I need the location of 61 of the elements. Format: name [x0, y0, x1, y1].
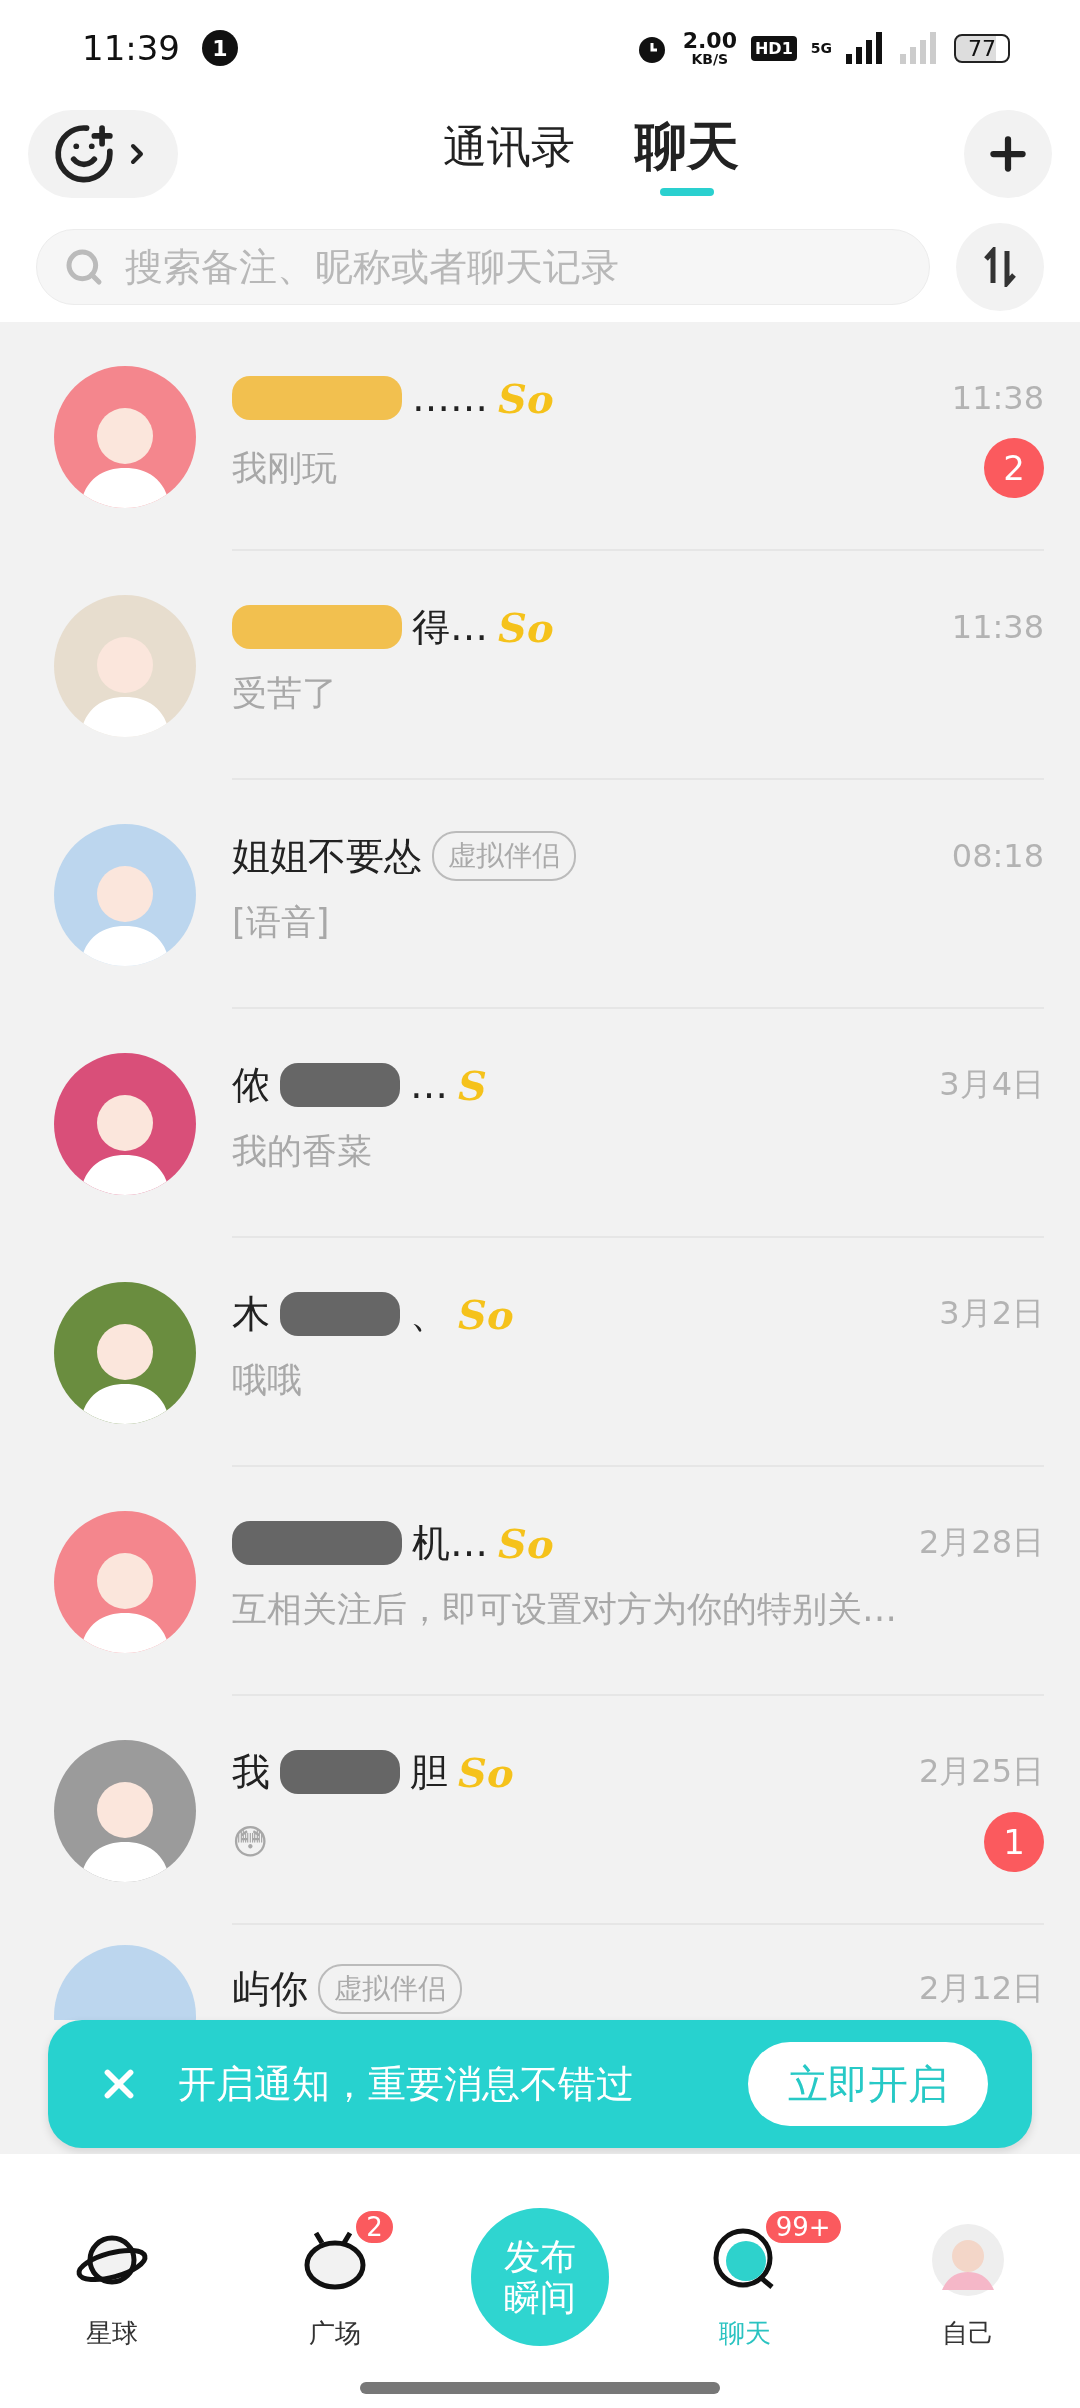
speed-unit: KB/S — [691, 52, 729, 66]
tag-label: 虚拟伴侣 — [318, 1964, 462, 2014]
header-tab[interactable]: 聊天 — [635, 112, 739, 196]
message-preview: [语音] — [232, 900, 330, 944]
contact-name: … — [410, 1063, 448, 1107]
network-speed: 2.00 — [682, 30, 737, 52]
message-preview: 受苦了 — [232, 671, 337, 715]
sort-icon — [984, 247, 1016, 287]
search-icon — [64, 247, 104, 287]
message-preview: 我刚玩 — [232, 446, 337, 490]
soulmate-label: So — [498, 374, 554, 422]
unread-count: 1 — [984, 1812, 1044, 1872]
soulmate-label: So — [498, 603, 554, 651]
message-time: 2月25日 — [918, 1751, 1044, 1792]
contact-name: 得… — [412, 603, 488, 651]
chat-row[interactable]: 得… So 11:38 受苦了 — [0, 551, 1080, 780]
message-preview: 哦哦 — [232, 1358, 302, 1402]
chat-row[interactable]: 侬 … S 3月4日 我的香菜 — [0, 1009, 1080, 1238]
chat-row[interactable]: 木 、 So 3月2日 哦哦 — [0, 1238, 1080, 1467]
soulmate-label: So — [458, 1290, 514, 1338]
chat-row[interactable]: 我 胆 So 2月25日 😳 1 — [0, 1696, 1080, 1925]
contact-name: …… — [412, 376, 488, 420]
chat-row[interactable]: 姐姐不要怂 虚拟伴侣 08:18 [语音] — [0, 780, 1080, 1009]
contact-name: 姐姐不要怂 — [232, 832, 422, 880]
contact-name: 、 — [410, 1290, 448, 1338]
message-time: 2月12日 — [918, 1968, 1044, 2009]
contact-name: 胆 — [410, 1748, 448, 1796]
notification-count: 1 — [202, 30, 238, 66]
soulmate-label: So — [458, 1748, 514, 1796]
avatar-icon — [932, 2224, 1005, 2296]
smiley-plus-icon — [53, 123, 115, 185]
message-time: 2月28日 — [918, 1522, 1044, 1563]
tag-label: 虚拟伴侣 — [432, 831, 576, 881]
message-time: 08:18 — [951, 837, 1044, 875]
network-type: 5G — [810, 40, 832, 56]
chat-row[interactable]: 机… So 2月28日 互相关注后，即可设置对方为你的特别关… — [0, 1467, 1080, 1696]
chat-row[interactable]: …… So 11:38 我刚玩 2 — [0, 322, 1080, 551]
message-time: 11:38 — [951, 379, 1044, 417]
badge-count: 2 — [353, 2208, 396, 2246]
message-preview: 互相关注后，即可设置对方为你的特别关… — [232, 1587, 897, 1631]
contact-name: 机… — [412, 1519, 488, 1567]
nav-tab[interactable]: 星球 — [69, 2218, 154, 2351]
soulmate-label: S — [458, 1061, 487, 1109]
clock-time: 11:39 — [82, 28, 180, 68]
search-field[interactable]: 搜索备注、昵称或者聊天记录 — [36, 229, 930, 305]
battery-indicator: 77 — [954, 33, 1010, 63]
message-time: 11:38 — [951, 608, 1044, 646]
hd-indicator: HD1 — [750, 35, 797, 61]
header-tab[interactable]: 通讯录 — [443, 112, 575, 196]
contact-name: 我 — [232, 1748, 270, 1796]
unread-count: 2 — [984, 438, 1044, 498]
contact-name: 屿你 — [232, 1965, 308, 2013]
message-preview: 😳 — [232, 1822, 269, 1862]
message-time: 3月2日 — [939, 1293, 1044, 1334]
message-time: 3月4日 — [939, 1064, 1044, 1105]
nav-tab[interactable]: 自己 — [926, 2218, 1011, 2351]
soulmate-label: So — [498, 1519, 554, 1567]
contact-name: 木 — [232, 1290, 270, 1338]
contact-name: 侬 — [232, 1061, 270, 1109]
message-preview: 我的香菜 — [232, 1129, 372, 1173]
banner-text: 开启通知，重要消息不错过 — [178, 2060, 635, 2108]
